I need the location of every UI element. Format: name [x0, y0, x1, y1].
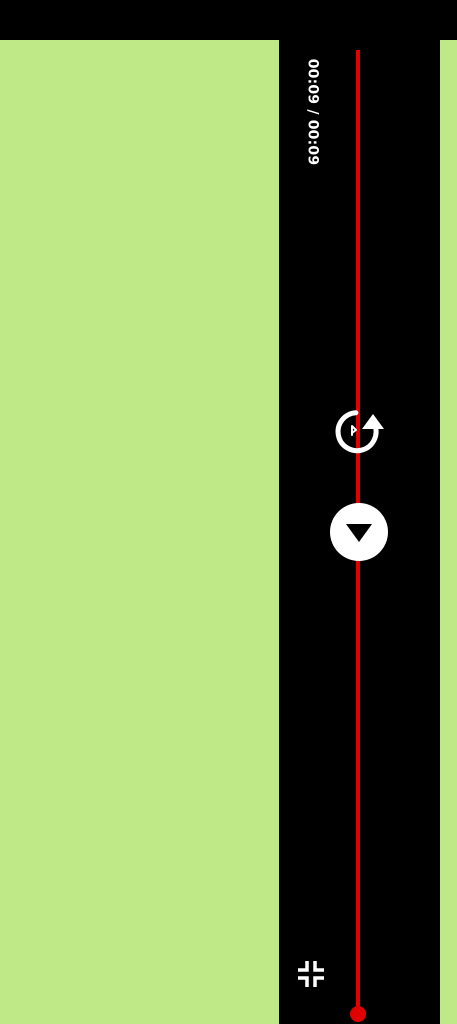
time-total: 00:09 [304, 119, 320, 166]
exit-fullscreen-button[interactable] [294, 957, 328, 991]
play-button[interactable] [329, 502, 389, 562]
content-area [0, 40, 279, 1024]
content-area-edge [440, 40, 457, 1024]
seek-bar-thumb[interactable] [350, 1006, 366, 1022]
replay-button[interactable] [328, 402, 390, 460]
fullscreen-exit-icon [298, 961, 324, 987]
replay-icon [335, 410, 384, 454]
time-separator: / [304, 104, 320, 120]
play-icon [330, 503, 388, 561]
time-current: 00:09 [304, 58, 320, 105]
video-app-screen: 00:09 / 00:09 [0, 0, 457, 1024]
status-bar [0, 0, 457, 40]
time-text: 00:09 / 00:09 [304, 59, 320, 166]
time-readout: 00:09 / 00:09 [298, 57, 326, 167]
